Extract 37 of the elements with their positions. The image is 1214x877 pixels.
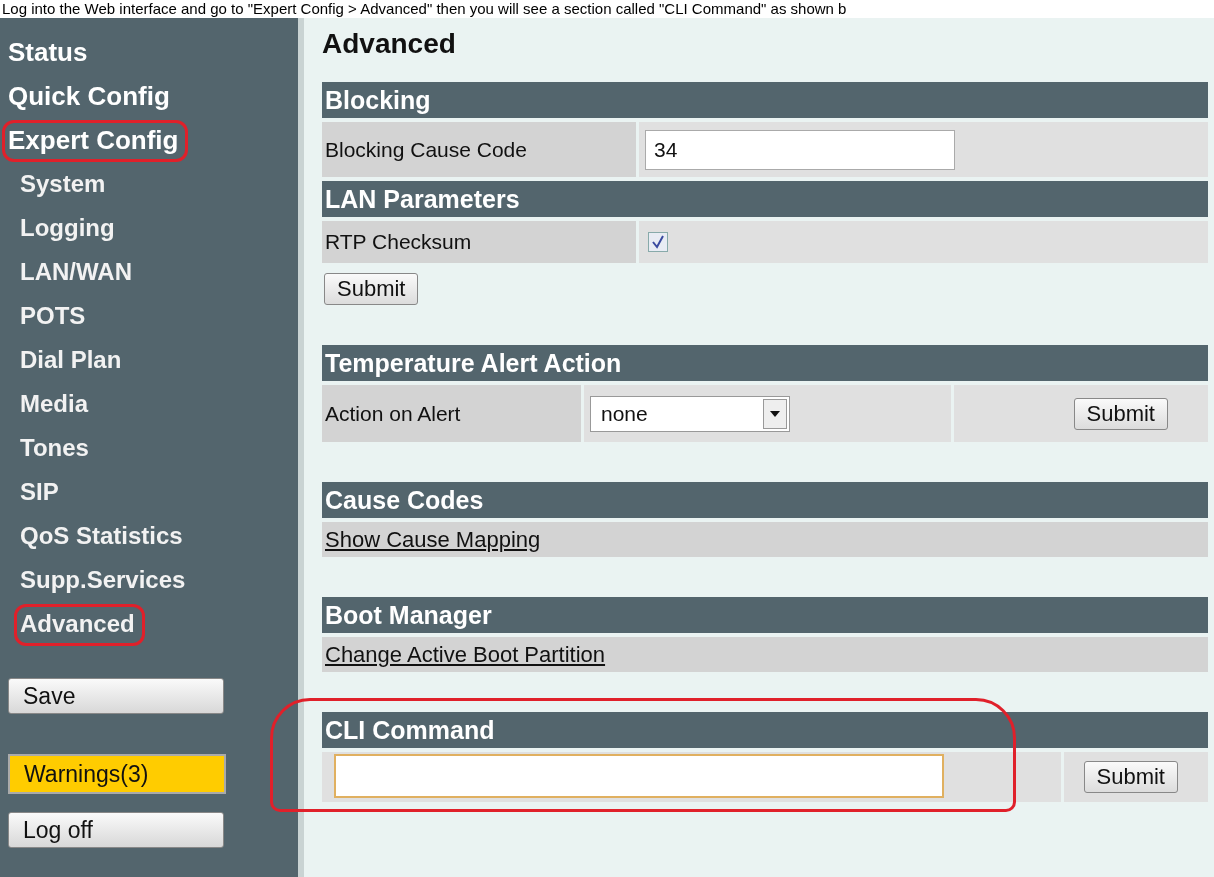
caret-icon — [763, 398, 787, 429]
nav-item[interactable]: Dial Plan — [20, 346, 122, 373]
command-field[interactable] — [334, 754, 944, 798]
field-label: Action on Alert — [322, 385, 581, 442]
nav-item[interactable]: Status — [8, 37, 88, 67]
section-header: Temperature Alert Action — [325, 349, 622, 377]
section-header: Cause Codes — [325, 486, 484, 514]
nav-item[interactable]: Tones — [20, 434, 89, 461]
caption-text: Log into the Web interface and go to "Expert Config > Advanced" then you will see a section called "CLI Command" as shown b — [1, 0, 848, 18]
section-header: LAN Parameters — [325, 185, 520, 213]
page-title: Advanced — [322, 28, 457, 60]
field-label: Blocking Cause Code — [322, 122, 636, 177]
section-header: CLI Command — [325, 716, 495, 744]
nav-item[interactable]: System — [20, 170, 106, 197]
nav-item[interactable]: LAN/WAN — [20, 258, 132, 285]
nav-item[interactable]: POTS — [20, 302, 86, 329]
dropdown[interactable]: none — [590, 395, 790, 432]
submit-button[interactable]: Submit — [324, 273, 419, 305]
checkbox[interactable] — [648, 232, 668, 252]
nav-item[interactable]: Expert Config — [8, 125, 179, 155]
warnings-button[interactable]: Warnings(3) — [8, 754, 226, 794]
nav-item[interactable]: SIP — [20, 478, 59, 505]
nav-item[interactable]: Logging — [20, 214, 115, 241]
nav-item[interactable]: Quick Config — [8, 81, 170, 111]
nav-item[interactable]: Advanced — [20, 610, 135, 637]
field-label: RTP Checksum — [322, 221, 636, 263]
text-field[interactable]: 34 — [645, 129, 955, 170]
nav-item[interactable]: Supp.Services — [20, 566, 186, 593]
submit-button[interactable]: Submit — [1073, 397, 1168, 430]
section-header: Blocking — [325, 86, 431, 114]
submit-button[interactable]: Submit — [1083, 761, 1178, 793]
sidebar-button[interactable]: Save — [8, 678, 224, 714]
sidebar-button[interactable]: Log off — [8, 812, 224, 848]
nav-item[interactable]: Media — [20, 390, 88, 417]
nav-item[interactable]: QoS Statistics — [20, 522, 183, 549]
section-header: Boot Manager — [325, 601, 492, 629]
link[interactable]: Show Cause Mapping — [325, 526, 541, 553]
